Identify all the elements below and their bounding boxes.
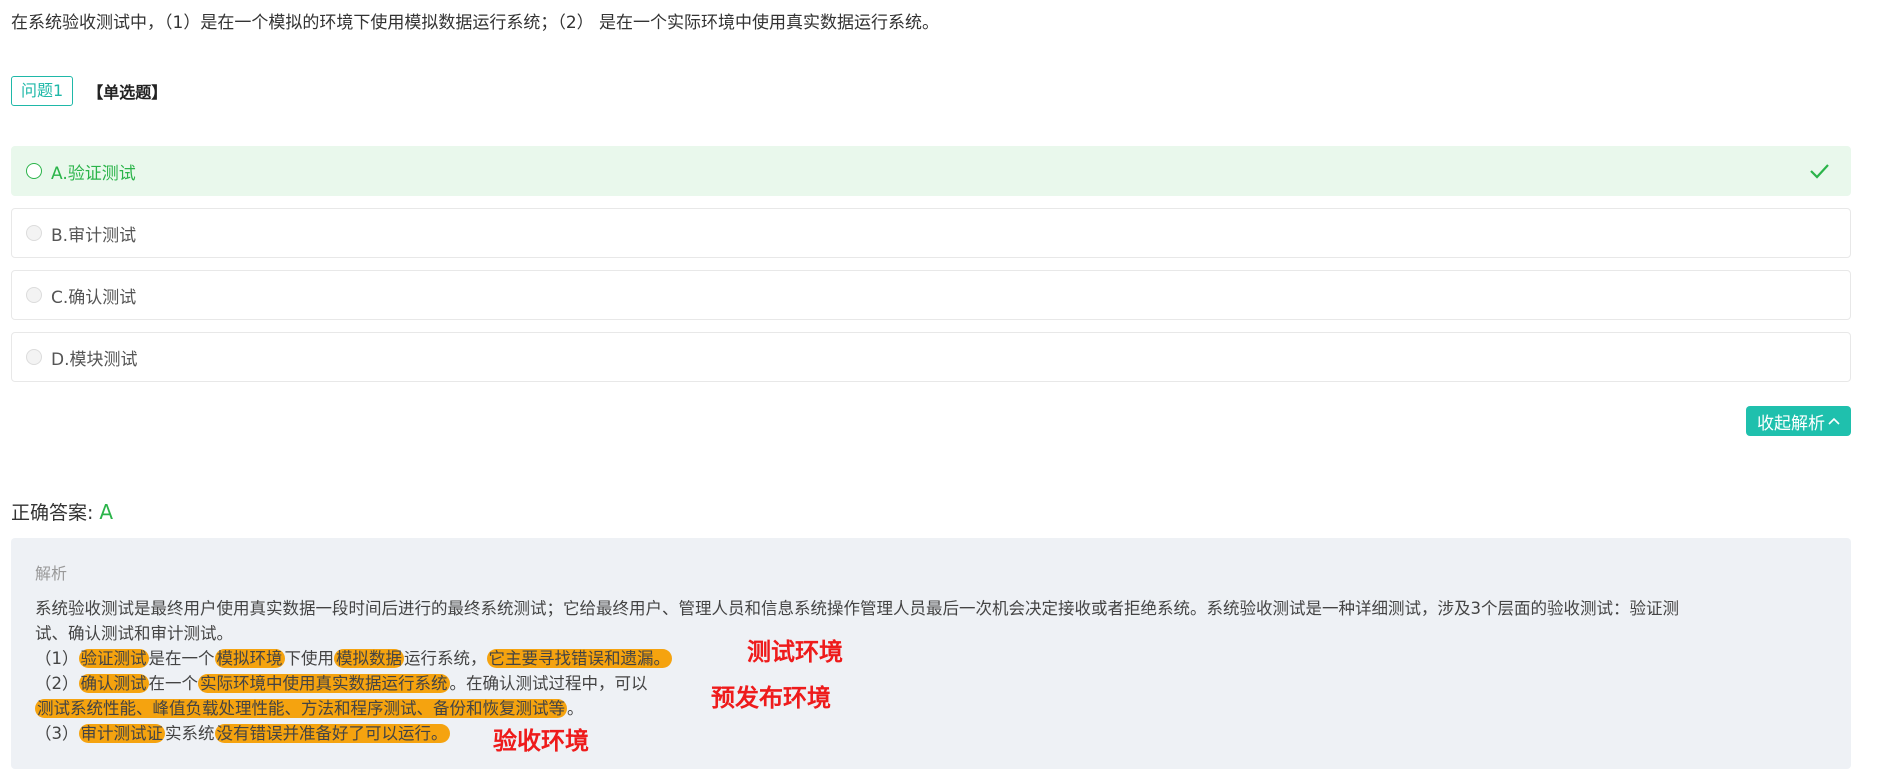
correct-answer: 正确答案: A — [11, 498, 113, 525]
collapse-label: 收起解析 — [1757, 413, 1825, 434]
analysis-paragraph: 试、确认测试和审计测试。 — [35, 624, 233, 643]
option-c[interactable]: C.确认测试 — [11, 270, 1851, 320]
highlight: 模拟数据 — [334, 649, 404, 668]
question-tag[interactable]: 问题1 — [11, 76, 74, 106]
question-header: 问题1 【单选题】 — [11, 76, 167, 106]
analysis-line-2: （2） 确认测试 在一个 实际环境中使用真实数据运行系统 。在确认测试过程中，可以 — [35, 671, 1835, 696]
highlight: 没有错误并准备好了可以运行。 — [214, 724, 450, 743]
question-stem: 在系统验收测试中，（1）是在一个模拟的环境下使用模拟数据运行系统；（2） 是在一… — [11, 13, 940, 33]
option-a[interactable]: A.验证测试 — [11, 146, 1851, 196]
option-label: A.验证测试 — [51, 163, 136, 184]
radio-icon[interactable] — [26, 349, 42, 365]
text: 在一个 — [148, 674, 199, 693]
option-b[interactable]: B.审计测试 — [11, 208, 1851, 258]
options-list: A.验证测试 B.审计测试 C.确认测试 D.模块测试 — [11, 146, 1851, 394]
text: （1） — [35, 649, 79, 668]
analysis-line-4: （3） 审计测试证 实系统 没有错误并准备好了可以运行。 — [35, 721, 1835, 746]
annotation-prerelease-env: 预发布环境 — [711, 684, 831, 712]
text: 是在一个 — [148, 649, 215, 668]
analysis-title: 解析 — [35, 564, 68, 583]
highlight: 确认测试 — [78, 674, 149, 693]
highlight: 模拟环境 — [214, 649, 285, 668]
annotation-acceptance-env: 验收环境 — [493, 727, 589, 755]
text: （3） — [35, 724, 79, 743]
answer-value: A — [99, 500, 114, 524]
highlight: 验证测试 — [78, 649, 149, 668]
highlight: 它主要寻找错误和遗漏。 — [486, 649, 672, 668]
text: 。在确认测试过程中，可以 — [449, 674, 648, 693]
highlight: 测试系统性能、峰值负载处理性能、方法和程序测试、备份和恢复测试等 — [35, 699, 567, 718]
radio-icon[interactable] — [26, 163, 42, 179]
analysis-line-1: （1） 验证测试 是在一个 模拟环境 下使用 模拟数据 运行系统， 它主要寻找错误和遗漏。 — [35, 646, 1835, 671]
analysis-paragraph: 系统验收测试是最终用户使用真实数据一段时间后进行的最终系统测试；它给最终用户、管… — [35, 599, 1679, 618]
text: （2） — [35, 674, 79, 693]
collapse-analysis-button[interactable]: 收起解析 — [1746, 406, 1851, 436]
text: 下使用 — [284, 649, 335, 668]
highlight: 实际环境中使用真实数据运行系统 — [198, 674, 450, 693]
analysis-panel: 解析 系统验收测试是最终用户使用真实数据一段时间后进行的最终系统测试；它给最终用… — [11, 538, 1851, 769]
radio-icon[interactable] — [26, 225, 42, 241]
analysis-body: 系统验收测试是最终用户使用真实数据一段时间后进行的最终系统测试；它给最终用户、管… — [35, 596, 1835, 746]
text: 实系统 — [165, 724, 215, 743]
analysis-line-3: 测试系统性能、峰值负载处理性能、方法和程序测试、备份和恢复测试等。 — [35, 696, 1835, 721]
option-d[interactable]: D.模块测试 — [11, 332, 1851, 382]
checkmark-icon — [1810, 164, 1829, 179]
text: 。 — [567, 699, 584, 718]
highlight: 审计测试证 — [78, 724, 165, 743]
option-label: D.模块测试 — [51, 349, 138, 370]
question-type: 【单选题】 — [87, 83, 168, 102]
option-label: B.审计测试 — [51, 225, 137, 246]
radio-icon[interactable] — [26, 287, 42, 303]
option-label: C.确认测试 — [51, 287, 137, 308]
text: 运行系统， — [404, 649, 487, 668]
chevron-up-icon — [1828, 417, 1840, 425]
annotation-test-env: 测试环境 — [747, 638, 843, 666]
answer-label: 正确答案: — [11, 502, 94, 524]
